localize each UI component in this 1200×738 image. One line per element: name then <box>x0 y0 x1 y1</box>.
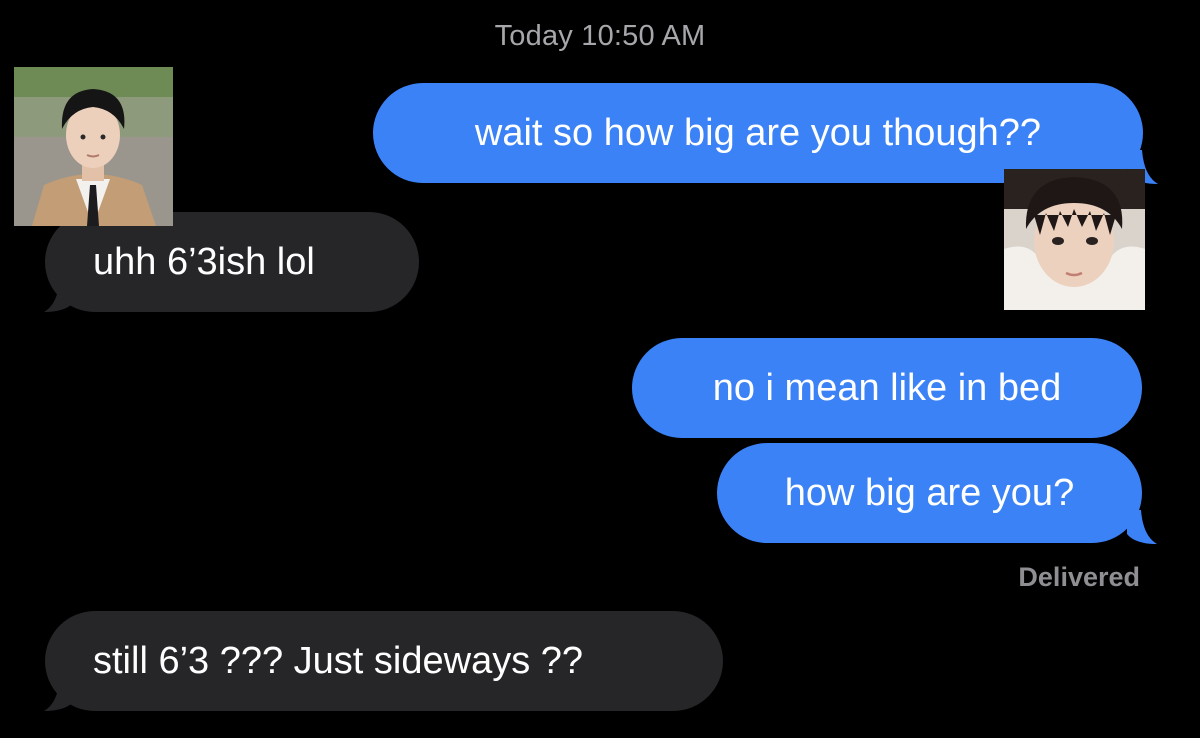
message-text: uhh 6’3ish lol <box>93 240 315 283</box>
received-message-bubble[interactable]: uhh 6’3ish lol <box>45 212 419 312</box>
message-text: still 6’3 ??? Just sideways ?? <box>93 639 584 682</box>
sent-bubble-tail <box>1127 510 1157 544</box>
received-bubble-tail <box>44 677 74 711</box>
received-bubble-tail <box>44 278 74 312</box>
message-timestamp: Today 10:50 AM <box>494 20 706 52</box>
message-text: how big are you? <box>784 471 1075 514</box>
contact-photo <box>14 67 173 226</box>
received-message-bubble[interactable]: still 6’3 ??? Just sideways ?? <box>45 611 723 711</box>
message-text: no i mean like in bed <box>712 366 1062 409</box>
sent-message-bubble[interactable]: no i mean like in bed <box>632 338 1142 438</box>
user-photo <box>1004 169 1145 310</box>
sent-message-bubble[interactable]: wait so how big are you though?? <box>373 83 1143 183</box>
sent-message-bubble[interactable]: how big are you? <box>717 443 1142 543</box>
delivery-status: Delivered <box>1018 562 1140 592</box>
message-text: wait so how big are you though?? <box>474 111 1042 154</box>
